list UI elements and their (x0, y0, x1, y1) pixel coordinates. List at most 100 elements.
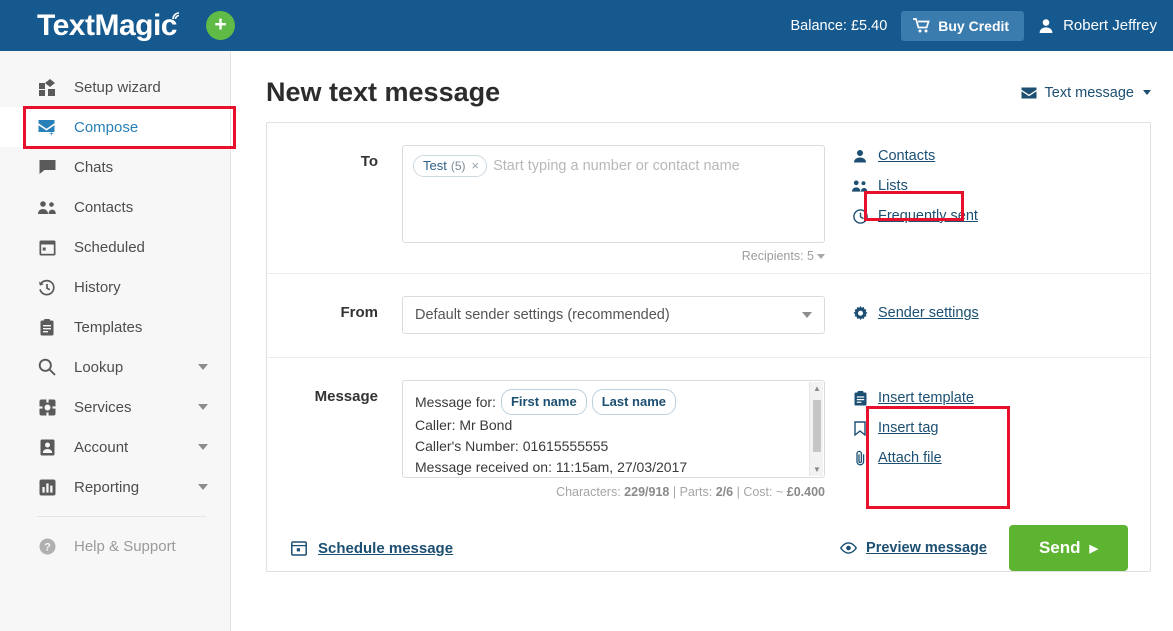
contacts-link[interactable]: Contacts (852, 148, 1025, 164)
sidebar-item-label: Compose (74, 118, 139, 136)
sidebar-item-label: Services (74, 398, 132, 416)
recipient-chip[interactable]: Test (5) × (413, 155, 488, 177)
sender-settings-label: Sender settings (878, 305, 979, 321)
sidebar-divider (37, 516, 206, 517)
clipboard-icon (852, 390, 868, 406)
settings-square-icon (37, 397, 57, 417)
counter-parts-value: 2/6 (715, 485, 734, 499)
message-line-2: Caller: Mr Bond (415, 417, 513, 433)
counter-chars-value: 229/918 (624, 485, 670, 499)
sidebar-item-templates[interactable]: Templates (0, 307, 230, 347)
calendar-icon (37, 237, 57, 257)
grid-icon (37, 77, 57, 97)
bar-chart-icon (37, 477, 57, 497)
message-scrollbar[interactable]: ▲ ▼ (809, 382, 823, 476)
message-links-group: Insert template Insert tag Attach file (825, 380, 1025, 499)
person-icon (852, 149, 868, 163)
balance-label: Balance: £5.40 (790, 17, 888, 34)
chevron-down-icon[interactable] (802, 312, 812, 318)
eye-icon (840, 542, 858, 554)
counter-parts-label: Parts: (679, 485, 713, 499)
sidebar-item-chats[interactable]: Chats (0, 147, 230, 187)
to-placeholder: Start typing a number or contact name (493, 158, 740, 174)
preview-message-label: Preview message (866, 540, 987, 556)
from-links-group: Sender settings (825, 296, 1025, 335)
counter-chars-label: Characters: (556, 485, 621, 499)
app-header: TextMagic + Balance: £5.40 Buy Credit Ro… (0, 0, 1173, 51)
to-input[interactable]: Test (5) × Start typing a number or cont… (402, 145, 825, 243)
buy-credit-button[interactable]: Buy Credit (901, 10, 1025, 41)
schedule-message-link[interactable]: Schedule message (291, 540, 453, 557)
clock-history-icon (37, 277, 57, 297)
scroll-up-icon[interactable]: ▲ (813, 384, 821, 393)
lists-link[interactable]: Lists (852, 178, 1025, 194)
sidebar-item-lookup[interactable]: Lookup (0, 347, 230, 387)
sidebar-item-label: Templates (74, 318, 143, 336)
sidebar-item-label: Reporting (74, 478, 140, 496)
cart-icon (913, 18, 931, 33)
sidebar-item-label: Help & Support (74, 537, 176, 555)
sidebar-item-help-support[interactable]: ? Help & Support (0, 526, 230, 566)
to-field-wrap: Test (5) × Start typing a number or cont… (402, 145, 825, 273)
user-name-label: Robert Jeffrey (1063, 17, 1157, 34)
bookmark-icon (852, 420, 868, 436)
from-label: From (340, 304, 379, 321)
sidebar-item-reporting[interactable]: Reporting (0, 467, 230, 507)
sidebar-item-label: History (74, 278, 121, 296)
attach-file-link[interactable]: Attach file (852, 450, 1025, 466)
people-group-icon (852, 179, 868, 193)
scroll-down-icon[interactable]: ▼ (813, 465, 821, 474)
footer-actions: Preview message Send ▶ (840, 525, 1128, 571)
sidebar-item-setup-wizard[interactable]: Setup wizard (0, 67, 230, 107)
insert-tag-link[interactable]: Insert tag (852, 420, 1025, 436)
chevron-down-icon[interactable] (198, 364, 208, 370)
recipients-count[interactable]: Recipients: 5 (402, 243, 825, 273)
counter-sep-2: | (736, 485, 740, 499)
message-line-1-prefix: Message for: (415, 393, 496, 410)
tag-chip-first-name[interactable]: First name (500, 389, 587, 415)
sidebar-item-compose[interactable]: + Compose (0, 107, 230, 147)
schedule-message-label: Schedule message (318, 539, 454, 557)
chip-count: (5) (450, 158, 466, 173)
preview-message-link[interactable]: Preview message (840, 540, 987, 556)
close-icon[interactable]: × (472, 158, 480, 173)
sidebar-item-label: Chats (74, 158, 114, 176)
header-right-group: Balance: £5.40 Buy Credit Robert Jeffrey (790, 10, 1173, 41)
chip-name: Test (423, 158, 447, 173)
contacts-link-label: Contacts (878, 148, 936, 164)
sidebar-item-account[interactable]: Account (0, 427, 230, 467)
chevron-down-icon[interactable] (817, 254, 825, 259)
frequently-sent-link[interactable]: Frequently sent (852, 208, 1025, 224)
sender-settings-link[interactable]: Sender settings (852, 305, 1025, 321)
message-textarea[interactable]: Message for: First name Last name Caller… (402, 380, 825, 478)
sidebar-item-label: Lookup (74, 358, 124, 376)
chevron-down-icon[interactable] (198, 444, 208, 450)
clock-icon (852, 208, 868, 224)
plus-icon[interactable]: + (205, 11, 235, 40)
message-type-label: Text message (1044, 84, 1134, 101)
people-icon (37, 197, 57, 217)
tag-chip-last-name[interactable]: Last name (591, 389, 676, 415)
scrollbar-thumb[interactable] (813, 400, 821, 452)
message-type-selector[interactable]: Text message (1021, 85, 1151, 101)
main-content: New text message Text message To Test (5… (231, 51, 1173, 631)
counter-cost-value: £0.400 (786, 485, 825, 499)
chevron-down-icon[interactable] (198, 404, 208, 410)
insert-template-link[interactable]: Insert template (852, 390, 1025, 406)
chevron-down-icon[interactable] (198, 484, 208, 490)
question-circle-icon: ? (37, 536, 57, 556)
sender-select[interactable]: Default sender settings (recommended) (402, 296, 825, 334)
envelope-icon (1021, 87, 1037, 98)
send-button[interactable]: Send ▶ (1008, 525, 1128, 571)
sidebar-nav: Setup wizard + Compose Chats Contacts Sc… (0, 51, 231, 631)
user-menu[interactable]: Robert Jeffrey (1038, 17, 1157, 34)
calendar-icon (291, 541, 307, 556)
sidebar-item-history[interactable]: History (0, 267, 230, 307)
chevron-down-icon[interactable] (1143, 90, 1151, 95)
sidebar-item-services[interactable]: Services (0, 387, 230, 427)
brand-logo[interactable]: TextMagic + (0, 9, 235, 43)
page-title: New text message (266, 77, 501, 107)
sidebar-item-scheduled[interactable]: Scheduled (0, 227, 230, 267)
sidebar-item-contacts[interactable]: Contacts (0, 187, 230, 227)
clipboard-icon (37, 317, 57, 337)
